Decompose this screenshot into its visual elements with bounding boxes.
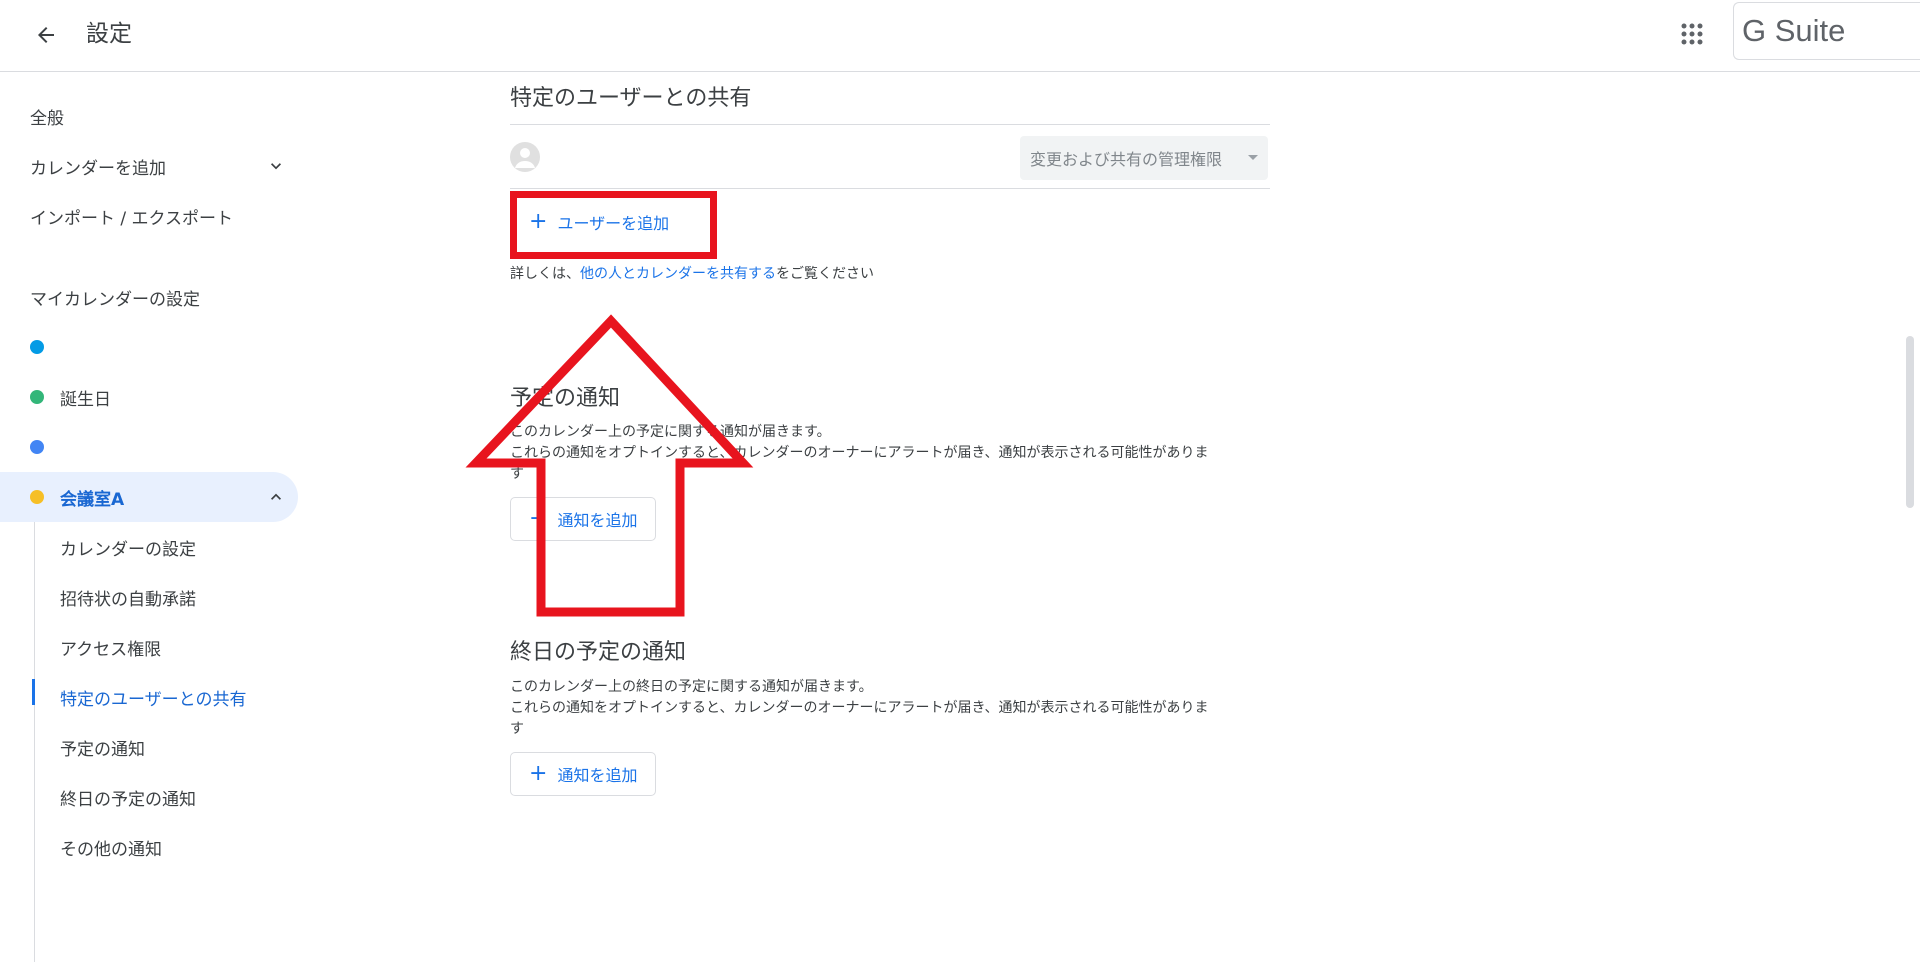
sidebar-item-add-calendar[interactable]: カレンダーを追加 (0, 141, 298, 191)
sidebar-item-label: カレンダーを追加 (30, 158, 166, 179)
plus-icon: + (529, 761, 548, 786)
permission-select[interactable]: 変更および共有の管理権限 (1020, 136, 1268, 180)
sidebar-item-general[interactable]: 全般 (0, 91, 298, 141)
calendar-color-dot (30, 390, 44, 404)
sidebar-item-label: 特定のユーザーとの共有 (60, 689, 247, 710)
share-calendar-help-link[interactable]: 他の人とカレンダーを共有する (580, 266, 776, 282)
description-line: す (510, 721, 524, 737)
calendar-color-dot (30, 340, 44, 354)
sidebar-item-access-permissions[interactable]: アクセス権限 (0, 622, 298, 672)
arrow-back-icon (38, 27, 54, 43)
sidebar-item-label: 終日の予定の通知 (60, 789, 196, 810)
calendar-item[interactable] (0, 322, 298, 372)
sidebar-item-event-notifications[interactable]: 予定の通知 (0, 722, 298, 772)
calendar-item-meeting-room-a[interactable]: 会議室A (0, 472, 298, 522)
divider (510, 188, 1270, 189)
top-bar: 設定 G Suite (0, 0, 1920, 72)
chevron-down-icon (271, 163, 281, 170)
description-line: これらの通知をオプトインすると、カレンダーのオーナーにアラートが届き、通知が表示… (510, 700, 1209, 716)
add-allday-notification-button[interactable]: + 通知を追加 (510, 752, 657, 796)
gsuite-logo[interactable]: G Suite (1733, 2, 1920, 60)
divider (510, 124, 1270, 125)
add-notification-label: 通知を追加 (557, 766, 638, 785)
sidebar-item-import-export[interactable]: インポート / エクスポート (0, 191, 298, 241)
calendar-color-dot (30, 440, 44, 454)
calendar-item[interactable] (0, 422, 298, 472)
learn-more-prefix: 詳しくは、 (510, 266, 580, 282)
add-notification-label: 通知を追加 (557, 511, 638, 530)
back-button[interactable] (28, 17, 64, 53)
add-event-notification-button[interactable]: + 通知を追加 (510, 497, 657, 541)
event-notifications-description: このカレンダー上の予定に関する通知が届きます。 これらの通知をオプトインすると、… (510, 422, 1270, 485)
learn-more-text: 詳しくは、他の人とカレンダーを共有するをご覧ください (510, 263, 874, 283)
scrollbar[interactable] (1906, 336, 1914, 508)
sidebar-item-label: 予定の通知 (60, 739, 145, 760)
event-notifications-title: 予定の通知 (510, 386, 621, 411)
calendar-item-birthdays[interactable]: 誕生日 (0, 372, 298, 422)
sidebar-item-label: その他の通知 (60, 839, 162, 860)
page-title: 設定 (86, 21, 132, 47)
description-line: このカレンダー上の終日の予定に関する通知が届きます。 (510, 679, 873, 695)
my-calendars-heading: マイカレンダーの設定 (30, 290, 200, 310)
permission-value: 変更および共有の管理権限 (1030, 150, 1223, 169)
person-icon (515, 148, 535, 168)
calendar-color-dot (30, 490, 44, 504)
brand-label: G Suite (1742, 13, 1846, 48)
sharing-section-title: 特定のユーザーとの共有 (510, 86, 752, 111)
description-line: これらの通知をオプトインすると、カレンダーのオーナーにアラートが届き、通知が表示… (510, 445, 1209, 461)
description-line: このカレンダー上の予定に関する通知が届きます。 (510, 424, 831, 440)
sidebar-item-auto-accept[interactable]: 招待状の自動承諾 (0, 572, 298, 622)
sidebar-item-calendar-settings[interactable]: カレンダーの設定 (0, 522, 298, 572)
sidebar: 全般 カレンダーを追加 インポート / エクスポート マイカレンダーの設定 誕生… (0, 72, 310, 962)
sidebar-item-label: カレンダーの設定 (60, 539, 196, 560)
sidebar-item-label: 招待状の自動承諾 (60, 589, 196, 610)
sidebar-item-label: アクセス権限 (60, 639, 162, 660)
plus-icon: + (529, 506, 548, 531)
apps-button[interactable] (1672, 14, 1712, 54)
plus-icon: + (529, 209, 548, 234)
sidebar-item-label: 全般 (30, 108, 64, 129)
chevron-up-icon (271, 493, 281, 500)
description-line: す (510, 466, 524, 482)
sidebar-item-allday-notifications[interactable]: 終日の予定の通知 (0, 772, 298, 822)
add-user-label: ユーザーを追加 (557, 214, 670, 233)
dropdown-caret-icon (1248, 155, 1258, 160)
sidebar-item-label: インポート / エクスポート (30, 208, 234, 229)
add-user-button[interactable]: + ユーザーを追加 (510, 200, 689, 244)
user-avatar (510, 142, 540, 172)
sidebar-item-other-notifications[interactable]: その他の通知 (0, 822, 298, 872)
allday-notifications-description: このカレンダー上の終日の予定に関する通知が届きます。 これらの通知をオプトインす… (510, 677, 1270, 740)
learn-more-suffix: をご覧ください (776, 266, 874, 282)
apps-grid-icon (1681, 23, 1703, 45)
calendar-label: 誕生日 (60, 389, 111, 410)
allday-notifications-title: 終日の予定の通知 (510, 640, 687, 665)
sidebar-item-share-with-people[interactable]: 特定のユーザーとの共有 (0, 672, 298, 722)
calendar-label: 会議室A (60, 489, 125, 510)
